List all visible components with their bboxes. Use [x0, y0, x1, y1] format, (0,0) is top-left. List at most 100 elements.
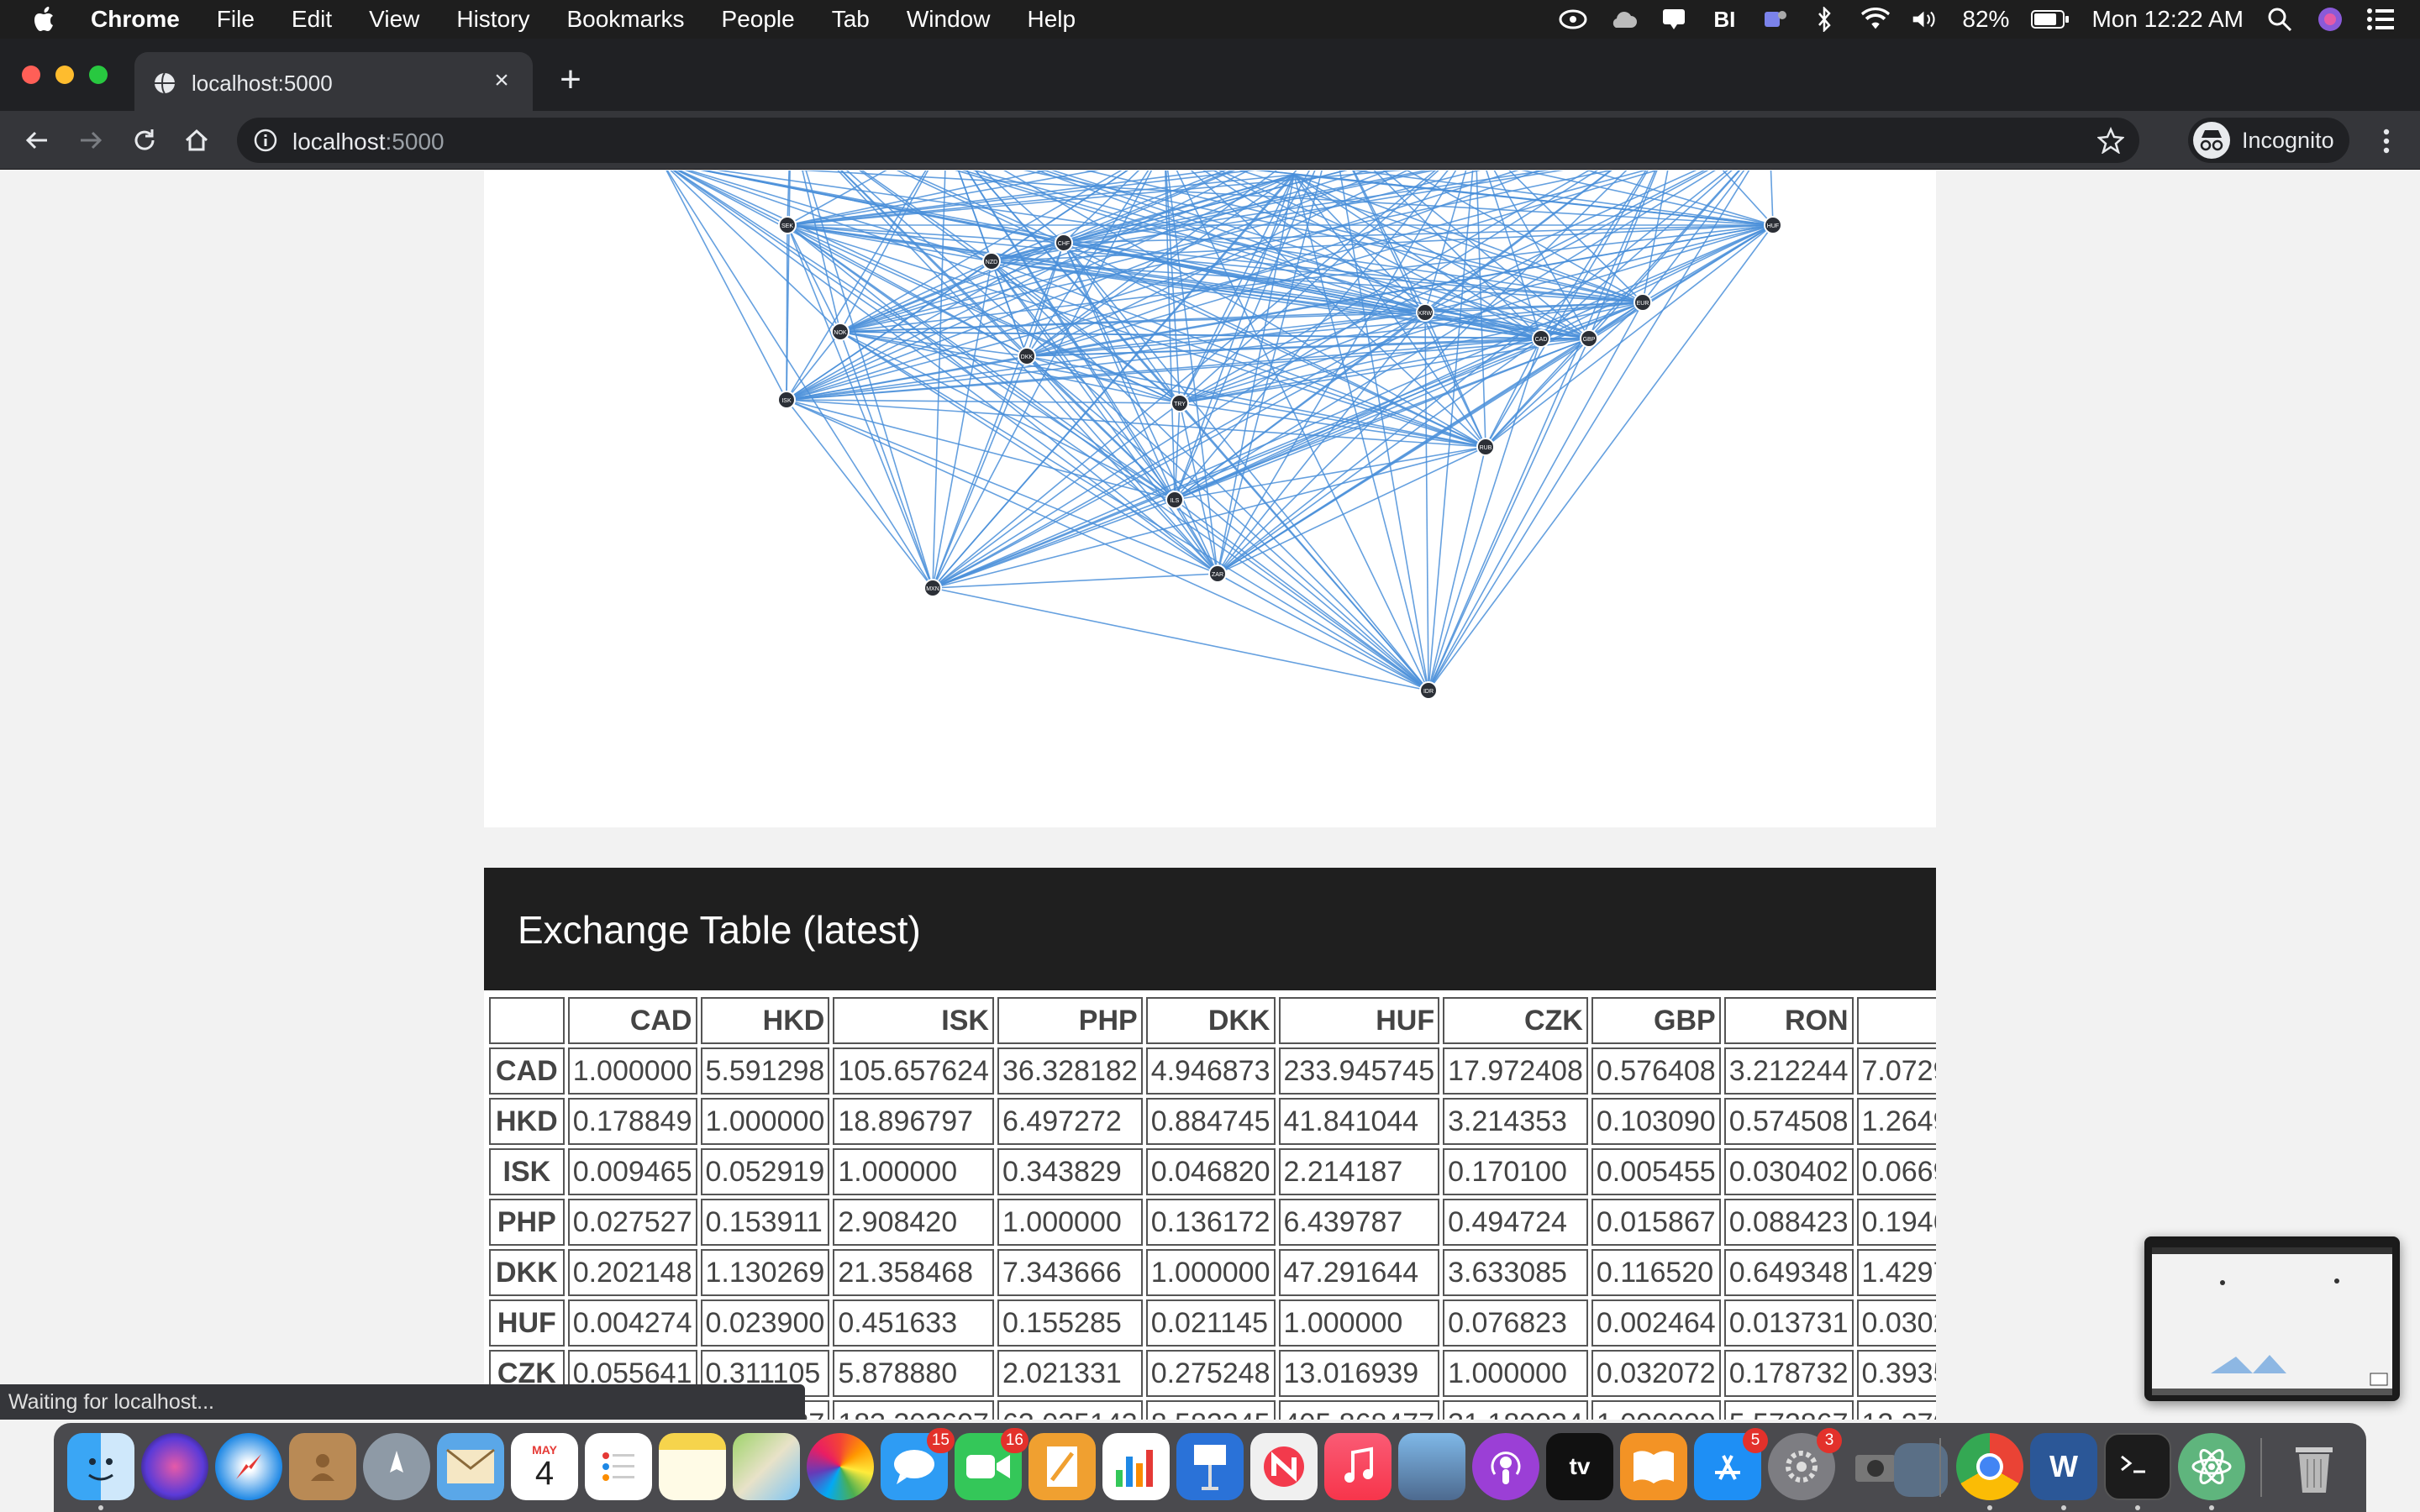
terminal-icon[interactable]	[2104, 1433, 2171, 1500]
maps-icon[interactable]	[733, 1433, 800, 1500]
menu-people[interactable]: People	[703, 6, 813, 33]
finder-icon[interactable]	[67, 1433, 134, 1500]
graph-node[interactable]: IDR	[1419, 681, 1438, 700]
menu-view[interactable]: View	[350, 6, 438, 33]
window-minimize-button[interactable]	[55, 66, 74, 84]
graph-node[interactable]: ZAR	[1208, 564, 1227, 583]
menu-file[interactable]: File	[198, 6, 273, 33]
siri-dock-icon[interactable]	[141, 1433, 208, 1500]
graph-node[interactable]: RUB	[1476, 438, 1495, 456]
wifi-icon[interactable]	[1861, 5, 1891, 34]
window-preview-thumbnail[interactable]	[2144, 1236, 2400, 1401]
graph-node[interactable]: EUR	[1634, 293, 1652, 312]
site-info-icon[interactable]	[254, 129, 277, 152]
graph-node[interactable]: NOK	[831, 323, 850, 341]
page-viewport[interactable]: SEK NZD CHF NOK DKK ISK TRY ILS MXN ZAR IDR RUB GBP E…	[0, 171, 2420, 1420]
chrome-menu-icon[interactable]	[2370, 124, 2403, 158]
graph-node-label: CAD	[1535, 337, 1548, 343]
siri-icon[interactable]	[2316, 5, 2344, 34]
row-header: HUF	[489, 1299, 565, 1347]
menu-clock[interactable]: Mon 12:22 AM	[2091, 6, 2244, 33]
apple-menu-icon[interactable]	[0, 0, 91, 39]
tab-close-icon[interactable]: ×	[487, 66, 516, 95]
preview-app-icon[interactable]	[1398, 1433, 1465, 1500]
reload-button[interactable]	[124, 120, 165, 160]
numbers-icon[interactable]	[1102, 1433, 1170, 1500]
graph-node[interactable]: ISK	[777, 391, 796, 409]
tab-localhost[interactable]: localhost:5000 ×	[134, 52, 533, 111]
atom-icon[interactable]	[2178, 1433, 2245, 1500]
messages-icon[interactable]: 15	[881, 1428, 955, 1500]
window-close-button[interactable]	[22, 66, 40, 84]
contacts-icon[interactable]	[289, 1433, 356, 1500]
keynote-icon[interactable]	[1176, 1433, 1244, 1500]
calendar-icon[interactable]: MAY 4	[511, 1433, 578, 1500]
podcasts-icon[interactable]	[1472, 1433, 1539, 1500]
window-zoom-button[interactable]	[89, 66, 108, 84]
pages-icon[interactable]	[1028, 1433, 1096, 1500]
graph-node[interactable]: MXN	[923, 579, 942, 597]
books-icon[interactable]	[1620, 1433, 1687, 1500]
trash-icon[interactable]	[2281, 1433, 2348, 1500]
tab-title: localhost:5000	[192, 71, 333, 96]
facetime-icon[interactable]: 16	[955, 1428, 1028, 1500]
menu-history[interactable]: History	[438, 6, 548, 33]
graph-node[interactable]: SEK	[778, 216, 797, 234]
notes-icon[interactable]	[659, 1433, 726, 1500]
creative-cloud-icon[interactable]	[1559, 5, 1587, 34]
reminders-icon[interactable]	[585, 1433, 652, 1500]
forward-button[interactable]	[71, 120, 111, 160]
safari-icon[interactable]	[215, 1433, 282, 1500]
app-store-icon[interactable]: 5	[1694, 1428, 1768, 1500]
cloud-upload-icon[interactable]	[1609, 5, 1638, 34]
table-cell: 1.130269	[700, 1249, 830, 1296]
menu-window[interactable]: Window	[888, 6, 1009, 33]
menu-help[interactable]: Help	[1008, 6, 1094, 33]
system-preferences-icon[interactable]: 3	[1768, 1428, 1842, 1500]
spotlight-search-icon[interactable]	[2265, 5, 2294, 34]
menu-bookmarks[interactable]: Bookmarks	[548, 6, 702, 33]
news-icon[interactable]	[1250, 1433, 1318, 1500]
launchpad-icon[interactable]	[363, 1433, 430, 1500]
table-cell: 7.343666	[997, 1249, 1143, 1296]
battery-icon[interactable]	[2031, 5, 2070, 34]
new-tab-button[interactable]: +	[550, 59, 592, 101]
mail-icon[interactable]	[437, 1433, 504, 1500]
menu-edit[interactable]: Edit	[273, 6, 350, 33]
graph-node[interactable]: CAD	[1532, 329, 1550, 348]
graph-node[interactable]: KRW	[1416, 303, 1434, 322]
table-header-row: CADHKDISKPHPDKKHUFCZKGBPRONSEK	[489, 997, 1936, 1044]
url-text: localhost:5000	[292, 129, 445, 155]
graph-node[interactable]: HUF	[1764, 216, 1782, 234]
back-button[interactable]	[17, 120, 57, 160]
notification-icon[interactable]	[1660, 5, 1688, 34]
teams-icon[interactable]	[1760, 5, 1789, 34]
bi-icon[interactable]: BI	[1710, 5, 1739, 34]
table-cell: 0.076823	[1443, 1299, 1588, 1347]
table-cell: 36.328182	[997, 1047, 1143, 1095]
address-bar[interactable]: localhost:5000	[237, 118, 2139, 163]
bluetooth-icon[interactable]	[1811, 5, 1839, 34]
chrome-dock-icon[interactable]	[1956, 1433, 2023, 1500]
graph-node[interactable]: GBP	[1580, 329, 1598, 348]
graph-node[interactable]: DKK	[1018, 347, 1036, 365]
graph-node[interactable]: TRY	[1171, 394, 1189, 412]
tab-strip: localhost:5000 × +	[0, 39, 2420, 111]
graph-node[interactable]: NZD	[982, 252, 1001, 270]
word-icon[interactable]: W	[2030, 1433, 2097, 1500]
music-icon[interactable]	[1324, 1433, 1392, 1500]
volume-icon[interactable]	[1912, 5, 1940, 34]
notification-center-icon[interactable]	[2366, 5, 2395, 34]
photos-icon[interactable]	[807, 1433, 874, 1500]
menu-tab[interactable]: Tab	[813, 6, 888, 33]
menu-app-name[interactable]: Chrome	[91, 6, 198, 33]
graph-node[interactable]: CHF	[1055, 234, 1073, 252]
apple-tv-icon[interactable]: tv	[1546, 1433, 1613, 1500]
incognito-indicator[interactable]: Incognito	[2188, 118, 2349, 163]
home-button[interactable]	[176, 120, 217, 160]
graph-edge	[932, 573, 1218, 589]
bookmark-star-icon[interactable]	[2096, 126, 2125, 155]
exchange-table-scroll[interactable]: CADHKDISKPHPDKKHUFCZKGBPRONSEK CAD1.0000…	[484, 990, 1936, 1420]
currency-graph-card: SEK NZD CHF NOK DKK ISK TRY ILS MXN ZAR IDR RUB GBP E…	[484, 171, 1936, 827]
graph-node[interactable]: ILS	[1165, 491, 1184, 509]
